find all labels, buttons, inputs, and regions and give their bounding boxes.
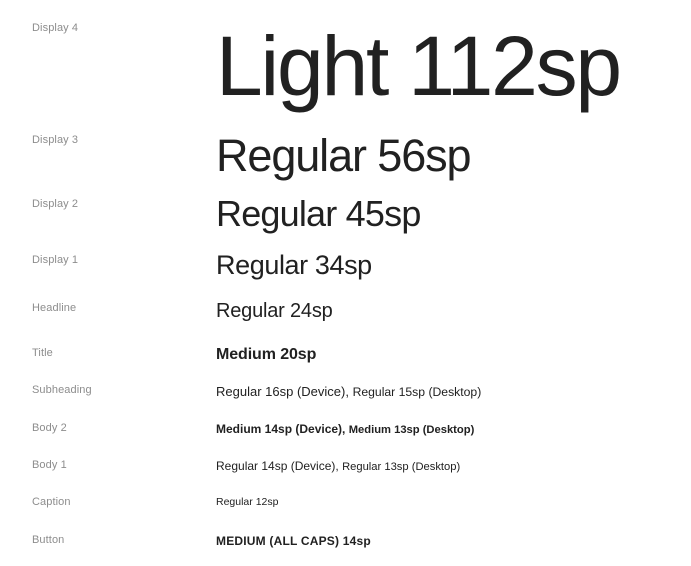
style-name-label: Button xyxy=(32,534,65,546)
type-sample-text: MEDIUM (ALL CAPS) 14sp xyxy=(216,534,371,548)
type-sample-title: Medium 20sp xyxy=(216,347,316,363)
style-name-label: Display 4 xyxy=(32,22,79,34)
type-sample-text: Regular 45sp xyxy=(216,193,421,234)
type-sample-caption: Regular 12sp xyxy=(216,497,278,508)
style-name-label: Display 2 xyxy=(32,198,79,210)
style-name-label: Display 3 xyxy=(32,134,79,146)
style-name-label: Body 2 xyxy=(32,422,67,434)
type-sample-subheading: Regular 16sp (Device), Regular 15sp (Des… xyxy=(216,385,481,398)
type-sample-text: Medium 20sp xyxy=(216,346,317,363)
type-sample-text-device: Regular 16sp (Device), xyxy=(216,384,353,399)
type-sample-text: Regular 56sp xyxy=(216,130,472,181)
type-sample-display-1: Regular 34sp xyxy=(216,252,372,279)
type-sample-text-desktop: Regular 13sp (Desktop) xyxy=(342,461,461,473)
type-sample-text-desktop: Medium 13sp (Desktop) xyxy=(348,424,475,436)
type-sample-display-3: Regular 56sp xyxy=(216,130,472,181)
type-sample-body-2: Medium 14sp (Device), Medium 13sp (Deskt… xyxy=(216,423,474,436)
type-sample-display-4: Light 112sp xyxy=(216,24,622,108)
type-sample-display-2: Regular 45sp xyxy=(216,196,421,232)
type-sample-text: Light 112sp xyxy=(216,19,622,113)
style-name-label: Headline xyxy=(32,302,77,314)
type-sample-text-desktop: Regular 15sp (Desktop) xyxy=(352,385,482,399)
type-scale-sheet: Display 4 Light 112sp Display 3 Regular … xyxy=(0,0,691,566)
style-name-label: Title xyxy=(32,347,53,359)
type-sample-body-1: Regular 14sp (Device), Regular 13sp (Des… xyxy=(216,460,460,473)
style-name-label: Display 1 xyxy=(32,254,79,266)
style-name-label: Subheading xyxy=(32,384,92,396)
type-sample-text-device: Medium 14sp (Device), xyxy=(216,422,349,436)
type-sample-text: Regular 12sp xyxy=(216,496,279,508)
type-sample-text: Regular 24sp xyxy=(216,300,333,322)
style-name-label: Body 1 xyxy=(32,459,67,471)
type-sample-text-device: Regular 14sp (Device), xyxy=(216,459,343,473)
type-sample-text: Regular 34sp xyxy=(216,250,372,280)
style-name-label: Caption xyxy=(32,496,71,508)
type-sample-headline: Regular 24sp xyxy=(216,301,333,321)
type-sample-button: MEDIUM (ALL CAPS) 14sp xyxy=(216,535,371,547)
